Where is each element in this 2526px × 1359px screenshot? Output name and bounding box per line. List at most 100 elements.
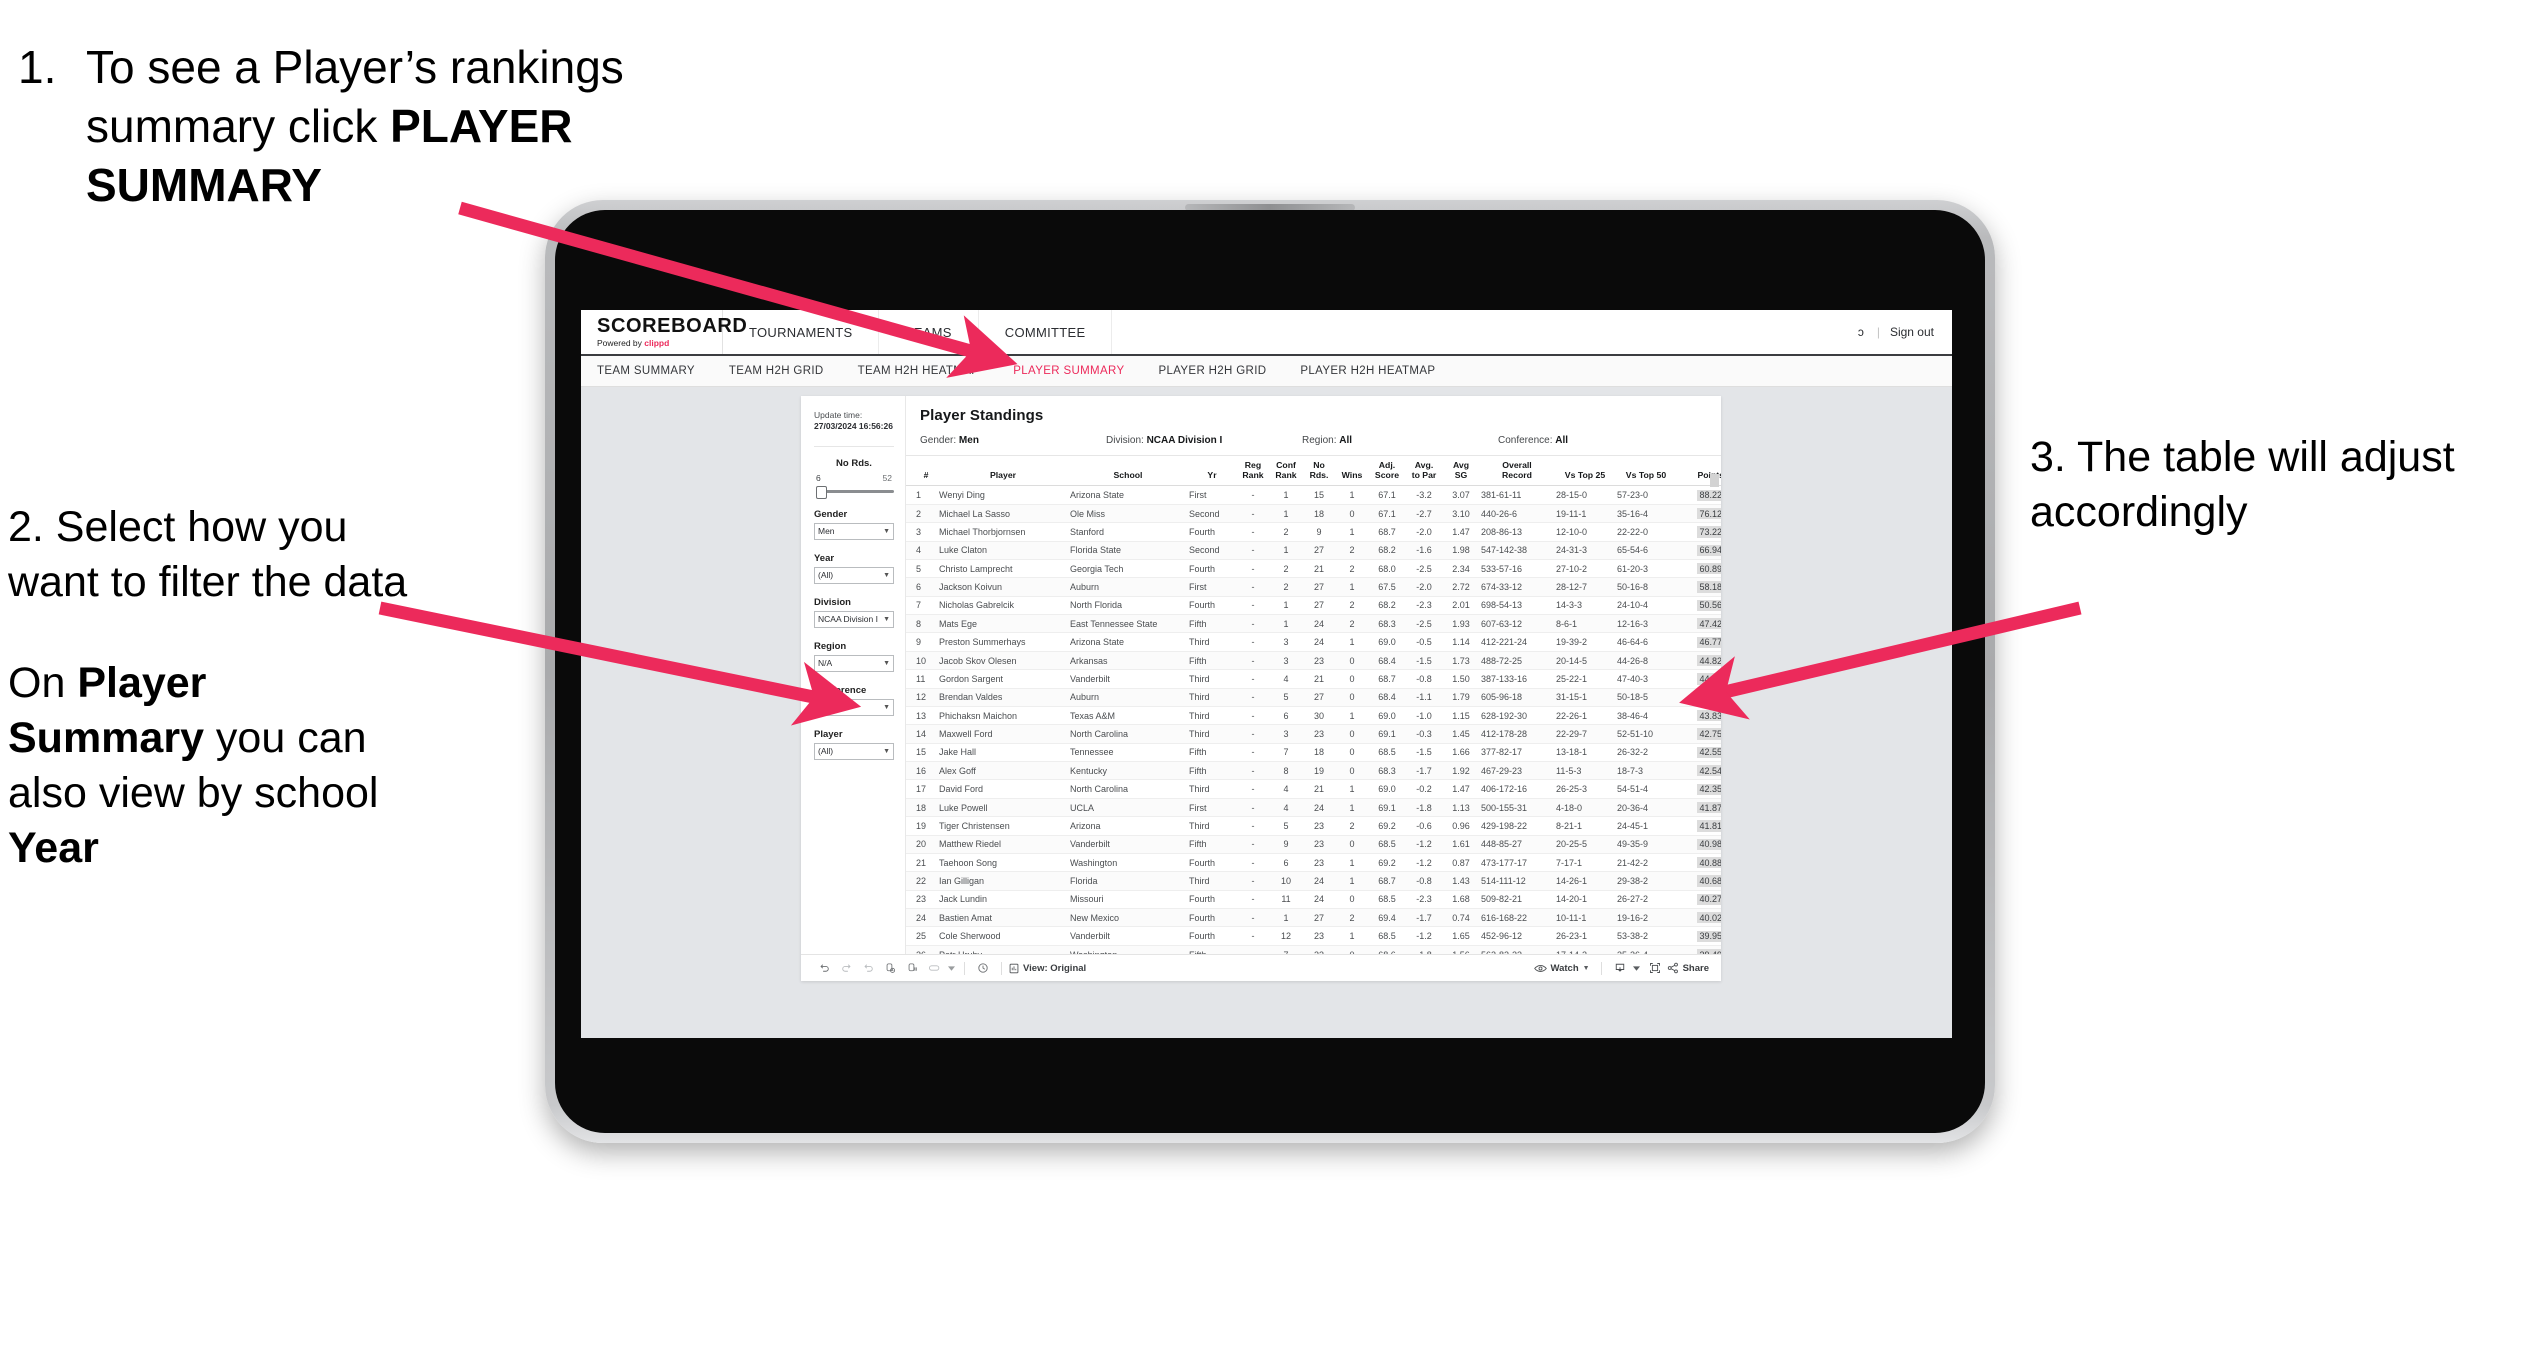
watch-button[interactable]: Watch ▼ — [1533, 963, 1590, 974]
cell-no-rds: 23 — [1304, 724, 1337, 744]
redo-icon[interactable] — [835, 963, 857, 974]
cell-no-rds: 9 — [1304, 522, 1337, 542]
fullscreen-icon[interactable] — [1643, 962, 1667, 974]
cell-avg-sg: 1.14 — [1444, 632, 1481, 652]
cell-reg-rank: - — [1238, 908, 1271, 928]
topnav-item-committee[interactable]: COMMITTEE — [979, 310, 1113, 354]
table-row[interactable]: 13 Phichaksn Maichon Texas A&M Third -6 30 1 69… — [906, 706, 1721, 726]
col-school[interactable]: School — [1070, 456, 1189, 487]
annotation-step-2: 2. Select how you want to filter the dat… — [8, 500, 408, 876]
cell-yr: Third — [1189, 688, 1238, 707]
table-row[interactable]: 25 Cole Sherwood Vanderbilt Fourth -12 23 1 68.… — [906, 926, 1721, 946]
cell-school: Ole Miss — [1070, 504, 1189, 524]
sign-out-link[interactable]: Sign out — [1890, 325, 1934, 339]
table-row[interactable]: 4 Luke Claton Florida State Second -1 27 2 68.2… — [906, 541, 1721, 560]
cell-reg-rank: - — [1238, 798, 1271, 818]
table-row[interactable]: 23 Jack Lundin Missouri Fourth -11 24 0 68.5 -2.… — [906, 890, 1721, 910]
topnav-item-tournaments[interactable]: TOURNAMENTS — [723, 310, 880, 354]
table-row[interactable]: 6 Jackson Koivun Auburn First -2 27 1 67.5 -2.0 2… — [906, 577, 1721, 597]
col-player[interactable]: Player — [939, 456, 1070, 487]
col-overall-record[interactable]: Overall Record — [1481, 456, 1556, 487]
table-row[interactable]: 3 Michael Thorbjornsen Stanford Fourth -2 9 1 6… — [906, 522, 1721, 542]
table-row[interactable]: 1 Wenyi Ding Arizona State First -1 15 1 67.1 -3… — [906, 485, 1721, 505]
slider-rail — [820, 489, 894, 493]
table-row[interactable]: 11 Gordon Sargent Vanderbilt Third -4 21 0 68.7… — [906, 669, 1721, 689]
table-row[interactable]: 26Petr HrubyWashingtonFifth-723068.6-1.8… — [906, 945, 1721, 954]
revert-icon[interactable] — [857, 963, 879, 974]
cell-vs-top-50: 49-35-9 — [1617, 835, 1678, 854]
view-original-button[interactable]: View: Original — [1009, 963, 1086, 974]
filter-division-select[interactable]: NCAA Division I ▼ — [814, 610, 894, 628]
cell-vs-top-50: 57-23-0 — [1617, 485, 1678, 505]
table-row[interactable]: 21 Taehoon Song Washington Fourth -6 23 1 69.2-… — [906, 853, 1721, 873]
share-button[interactable]: Share — [1667, 962, 1709, 974]
table-row[interactable]: 12 Brendan Valdes Auburn Third -5 27 0 68.4 -1.1… — [906, 688, 1721, 707]
cell-overall-record: 562-82-23 — [1481, 945, 1556, 954]
history-clock-icon[interactable] — [972, 962, 994, 974]
table-row[interactable]: 10 Jacob Skov Olesen Arkansas Fifth -3 23 0 68.… — [906, 651, 1721, 671]
table-row[interactable]: 19 Tiger Christensen Arizona Third -5 23 2 69.2… — [906, 816, 1721, 836]
col-avg-to-par[interactable]: Avg. to Par — [1407, 456, 1444, 487]
col-reg-rank[interactable]: Reg Rank — [1238, 456, 1271, 487]
table-row[interactable]: 9 Preston Summerhays Arizona State Third -3 2… — [906, 632, 1721, 652]
refresh-data-icon[interactable] — [879, 962, 901, 974]
tab-player-summary[interactable]: PLAYER SUMMARY — [1013, 360, 1124, 382]
tab-team-h2h-heatmap[interactable]: TEAM H2H HEATMAP — [858, 360, 980, 382]
pause-updates-icon[interactable] — [901, 962, 923, 974]
table-row[interactable]: 22 Ian Gilligan Florida Third -10 24 1 68.7 -0.8… — [906, 871, 1721, 891]
cell-vs-top-50: 24-10-4 — [1617, 596, 1678, 616]
filter-year-select[interactable]: (All) ▼ — [814, 566, 894, 584]
col-vs-top-25[interactable]: Vs Top 25 — [1556, 456, 1617, 487]
download-dropdown-icon[interactable] — [1631, 965, 1643, 971]
vertical-scrollbar-thumb[interactable] — [1710, 474, 1719, 487]
tab-team-summary[interactable]: TEAM SUMMARY — [597, 360, 695, 382]
table-row[interactable]: 14 Maxwell Ford North Carolina Third -3 23 0 69… — [906, 724, 1721, 744]
col-vs-top-50[interactable]: Vs Top 50 — [1617, 456, 1678, 487]
col-no-rds[interactable]: No Rds. — [1304, 456, 1337, 487]
table-row[interactable]: 8 Mats Ege East Tennessee State Fifth -1 24 2 6… — [906, 614, 1721, 634]
col-avg-sg[interactable]: Avg SG — [1444, 456, 1481, 487]
col-adj-score[interactable]: Adj. Score — [1370, 456, 1407, 487]
layout-dropdown-icon[interactable] — [945, 965, 957, 971]
filter-region-select[interactable]: N/A ▼ — [814, 654, 894, 672]
device-layout-icon[interactable] — [923, 963, 945, 973]
step-1-line-2-bold: PLAYER — [390, 99, 573, 152]
cell-no-rds: 21 — [1304, 559, 1337, 579]
no-rounds-slider[interactable] — [814, 485, 894, 499]
cell-reg-rank: - — [1238, 632, 1271, 652]
table-row[interactable]: 20 Matthew Riedel Vanderbilt Fifth -9 23 0 68.5… — [906, 835, 1721, 854]
table-row[interactable]: 24 Bastien Amat New Mexico Fourth -1 27 2 69.4-… — [906, 908, 1721, 928]
table-row[interactable]: 7 Nicholas Gabrelcik North Florida Fourth -1… — [906, 596, 1721, 616]
cell-avg-sg: 1.79 — [1444, 688, 1481, 707]
cell-avg-to-par: -2.5 — [1407, 559, 1444, 579]
col-wins[interactable]: Wins — [1337, 456, 1370, 487]
table-row[interactable]: 17 David Ford North Carolina Third -4 21 1 69.0… — [906, 779, 1721, 799]
filter-player-select[interactable]: (All) ▼ — [814, 742, 894, 760]
col-yr[interactable]: Yr — [1189, 456, 1238, 487]
table-row[interactable]: 5 Christo Lamprecht Georgia Tech Fourth -2 21… — [906, 559, 1721, 579]
tab-player-h2h-heatmap[interactable]: PLAYER H2H HEATMAP — [1300, 360, 1435, 382]
cell-: 21 — [906, 853, 939, 873]
standings-table-container[interactable]: # Player School Yr Reg Rank Conf Rank No Rd… — [906, 456, 1721, 954]
filter-conference-select[interactable]: (All) ▼ — [814, 698, 894, 716]
col-conf-rank[interactable]: Conf Rank — [1271, 456, 1304, 487]
topnav-item-teams[interactable]: TEAMS — [879, 310, 979, 354]
download-icon[interactable] — [1609, 962, 1631, 974]
cell-school: North Florida — [1070, 596, 1189, 616]
cell-conf-rank: 5 — [1271, 816, 1304, 836]
table-row[interactable]: 18 Luke Powell UCLA First -4 24 1 69.1 -1.8 1.13 5… — [906, 798, 1721, 818]
tab-team-h2h-grid[interactable]: TEAM H2H GRID — [729, 360, 824, 382]
brand-logo[interactable]: SCOREBOARD Powered by clippd — [581, 310, 747, 354]
cell-school: Washington — [1070, 945, 1189, 954]
slider-handle[interactable] — [816, 485, 827, 499]
table-row[interactable]: 2 Michael La Sasso Ole Miss Second -1 18 0 67.1… — [906, 504, 1721, 524]
table-row[interactable]: 15 Jake Hall Tennessee Fifth -7 18 0 68.5 -1.5 1.… — [906, 743, 1721, 763]
undo-icon[interactable] — [813, 963, 835, 974]
cell-overall-record: 406-172-16 — [1481, 779, 1556, 799]
col-rank[interactable]: # — [906, 456, 939, 487]
tab-player-h2h-grid[interactable]: PLAYER H2H GRID — [1158, 360, 1266, 382]
table-row[interactable]: 16 Alex Goff Kentucky Fifth -8 19 0 68.3 -1.7 1.9… — [906, 761, 1721, 781]
filter-gender-select[interactable]: Men ▼ — [814, 522, 894, 540]
cell-avg-sg: 1.73 — [1444, 651, 1481, 671]
cell-adj-score: 69.4 — [1370, 908, 1407, 928]
